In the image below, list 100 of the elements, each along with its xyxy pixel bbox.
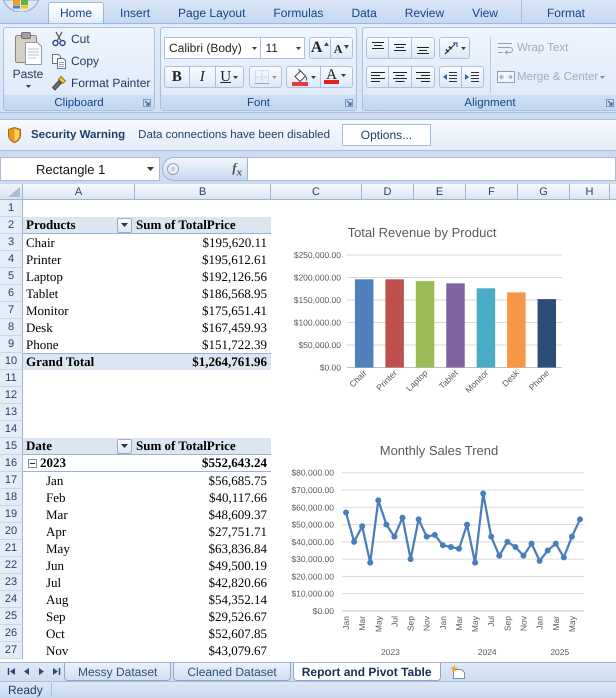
align-right-button[interactable] <box>412 66 435 88</box>
italic-button[interactable]: I <box>190 66 216 88</box>
paste-button[interactable]: Paste <box>7 28 49 95</box>
month-label: May <box>45 540 71 557</box>
app-menu-button[interactable] <box>1 0 41 12</box>
underline-button[interactable]: U <box>216 66 244 88</box>
formula-input[interactable] <box>248 157 616 181</box>
dialog-launcher-icon[interactable] <box>345 98 353 106</box>
next-sheet-icon[interactable] <box>37 667 46 676</box>
increase-indent-button[interactable] <box>462 66 484 88</box>
shrink-arrow-icon <box>344 45 350 49</box>
clipboard-icon <box>13 31 43 65</box>
axis-label: Sep <box>406 616 416 632</box>
filter-dropdown-button[interactable] <box>117 218 132 232</box>
row-header: 14 <box>0 421 23 438</box>
ribbon-tab[interactable]: Page Layout <box>166 2 258 23</box>
sheet-tab[interactable]: Messy Dataset <box>64 663 172 681</box>
axis-label: $50,000.00 <box>291 520 334 530</box>
ribbon-tab[interactable]: Data <box>339 2 389 23</box>
font-size-dropdown[interactable]: 11 <box>261 37 306 59</box>
align-left-button[interactable] <box>366 66 389 88</box>
decrease-indent-icon <box>442 70 458 84</box>
align-bottom-button[interactable] <box>412 37 435 59</box>
ribbon-tab[interactable]: Formulas <box>261 2 336 23</box>
product-name: Laptop <box>25 268 64 285</box>
axis-label: Sep <box>502 616 512 632</box>
insert-sheet-icon[interactable] <box>448 665 467 679</box>
total-label: Grand Total <box>25 354 96 370</box>
font-color-button[interactable]: A <box>321 66 353 88</box>
paintbrush-icon <box>51 75 67 91</box>
row-header: 6 <box>0 285 23 302</box>
year-label: 2023 <box>40 455 66 471</box>
product-total: $175,651.41 <box>201 302 268 319</box>
axis-label: $70,000.00 <box>291 484 334 495</box>
ribbon-tab[interactable]: Review <box>392 2 456 23</box>
month-total: $27,751.71 <box>208 523 268 540</box>
product-name: Desk <box>25 319 54 336</box>
row-header: 10 <box>0 353 23 370</box>
shrink-font-button[interactable]: A <box>331 37 353 59</box>
caret-icon <box>600 76 606 78</box>
ribbon-tab[interactable]: Format <box>522 2 610 23</box>
ribbon-tab[interactable]: View <box>460 2 510 23</box>
column-header[interactable]: C <box>271 184 362 200</box>
group-label: Font <box>246 96 270 108</box>
copy-icon <box>51 53 67 69</box>
column-header[interactable]: G <box>518 184 570 200</box>
sheet-tab[interactable]: Report and Pivot Table <box>292 663 441 681</box>
dialog-launcher-icon[interactable] <box>606 98 614 106</box>
resize-handle-icon[interactable] <box>167 163 179 175</box>
axis-label: Jan <box>534 616 545 630</box>
axis-label: May <box>373 616 384 632</box>
dialog-launcher-icon[interactable] <box>143 98 151 106</box>
month-label: Jan <box>45 472 64 489</box>
axis-label: Jul <box>486 616 496 627</box>
last-sheet-icon[interactable] <box>52 667 61 676</box>
month-label: Apr <box>45 523 68 540</box>
ribbon-tab[interactable]: Insert <box>108 2 162 23</box>
corner-triangle-icon <box>8 187 20 197</box>
column-header[interactable]: F <box>466 184 518 200</box>
column-header[interactable]: E <box>414 184 466 200</box>
sheet-tab[interactable]: Cleaned Dataset <box>173 663 291 681</box>
options-button[interactable]: Options... <box>342 124 431 146</box>
copy-button[interactable]: Copy <box>51 50 150 72</box>
chart-title: Monthly Sales Trend <box>380 443 498 458</box>
bold-button[interactable]: B <box>164 66 190 88</box>
format-painter-button[interactable]: Format Painter <box>51 72 150 94</box>
column-header[interactable]: H <box>570 184 610 200</box>
align-top-button[interactable] <box>366 37 389 59</box>
insert-function-button[interactable]: f$_{x}$ <box>230 160 244 178</box>
axis-label: May <box>566 616 577 632</box>
product-total: $195,620.11 <box>201 234 268 251</box>
axis-label: Jan <box>341 616 352 630</box>
collapse-icon[interactable] <box>28 458 37 468</box>
product-name: Chair <box>25 234 56 251</box>
scissors-icon <box>51 31 67 47</box>
fill-color-button[interactable] <box>286 66 322 88</box>
warning-title: Security Warning <box>31 129 126 141</box>
font-name-dropdown[interactable]: Calibri (Body) <box>164 37 262 59</box>
grow-font-button[interactable]: A <box>309 37 332 59</box>
decrease-indent-button[interactable] <box>439 66 462 88</box>
column-header[interactable]: A <box>23 184 135 200</box>
axis-label: Jul <box>389 616 400 627</box>
cut-button[interactable]: Cut <box>51 28 150 50</box>
axis-label: $100,000.00 <box>294 318 341 328</box>
align-center-button[interactable] <box>389 66 412 88</box>
filter-dropdown-button[interactable] <box>117 438 132 454</box>
month-total: $29,526.67 <box>208 608 268 625</box>
name-box[interactable]: Rectangle 1 <box>0 157 160 181</box>
first-sheet-icon[interactable] <box>7 667 16 676</box>
row-header: 15 <box>0 438 23 455</box>
caret-icon <box>233 76 238 78</box>
column-header[interactable]: D <box>362 184 414 200</box>
month-total: $63,836.84 <box>208 540 268 557</box>
previous-sheet-icon[interactable] <box>22 667 31 676</box>
column-header[interactable]: B <box>135 184 271 200</box>
ribbon-tab[interactable]: Home <box>48 2 104 23</box>
axis-label: Mar <box>454 616 464 631</box>
orientation-button[interactable] <box>439 37 470 59</box>
align-middle-button[interactable] <box>389 37 412 59</box>
align-right-icon <box>415 70 431 84</box>
